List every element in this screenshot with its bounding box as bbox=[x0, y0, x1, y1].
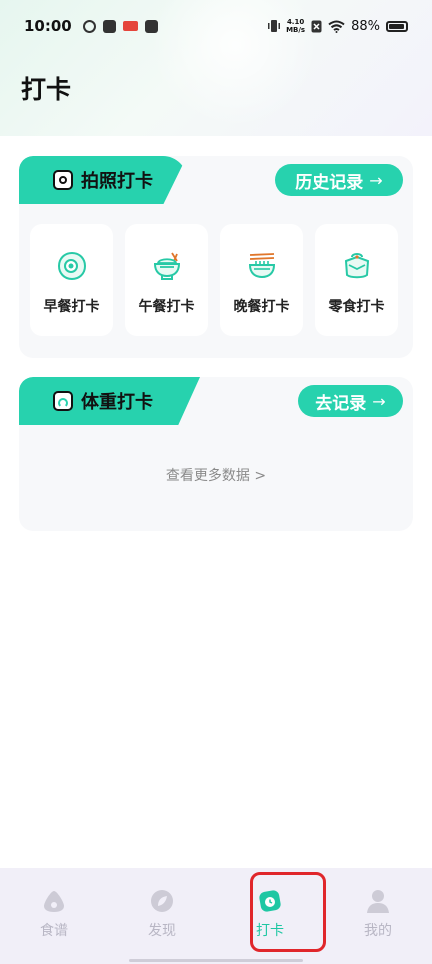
profile-icon bbox=[367, 890, 389, 913]
meal-list: 早餐打卡 午餐打卡 晚餐打卡 零食打卡 bbox=[30, 224, 398, 336]
status-bar: 10:00 4.10 MB/s 88% bbox=[0, 0, 432, 52]
photo-checkin-card: 拍照打卡 历史记录 → 早餐打卡 午餐打卡 晚餐打卡 零食打卡 bbox=[19, 156, 413, 358]
status-left: 10:00 bbox=[24, 17, 158, 35]
snack-bag-icon bbox=[344, 253, 369, 279]
camera-icon bbox=[53, 170, 73, 190]
bottom-nav: 食谱 发现 打卡 我的 bbox=[0, 868, 432, 964]
vibrate-icon bbox=[268, 20, 281, 32]
nav-item-discover[interactable]: 发现 bbox=[108, 868, 216, 964]
photo-checkin-title: 拍照打卡 bbox=[81, 171, 153, 192]
lunch-checkin-button[interactable]: 午餐打卡 bbox=[125, 224, 208, 336]
nav-item-checkin[interactable]: 打卡 bbox=[216, 868, 324, 964]
app-notification-icon bbox=[102, 19, 116, 33]
status-right: 4.10 MB/s 88% bbox=[268, 18, 408, 34]
go-record-label: 去记录 bbox=[315, 393, 367, 414]
view-more-data-link[interactable]: 查看更多数据 > bbox=[19, 465, 413, 485]
discover-icon bbox=[151, 890, 173, 912]
sync-icon bbox=[82, 19, 96, 33]
badge-notification-icon bbox=[122, 21, 138, 31]
nav-item-recipes[interactable]: 食谱 bbox=[0, 868, 108, 964]
egg-icon bbox=[57, 251, 86, 281]
lunch-label: 午餐打卡 bbox=[138, 299, 195, 315]
snack-label: 零食打卡 bbox=[328, 299, 385, 315]
network-speed-unit: MB/s bbox=[286, 26, 306, 34]
nav-label-recipes: 食谱 bbox=[40, 923, 68, 939]
wifi-icon bbox=[328, 20, 345, 33]
home-indicator bbox=[129, 959, 303, 962]
arrow-right-icon: → bbox=[372, 391, 386, 411]
battery-icon bbox=[386, 20, 408, 32]
nav-item-profile[interactable]: 我的 bbox=[324, 868, 432, 964]
go-record-button[interactable]: 去记录 → bbox=[298, 385, 403, 417]
snack-checkin-button[interactable]: 零食打卡 bbox=[315, 224, 398, 336]
checkin-icon bbox=[259, 890, 281, 912]
recipe-icon bbox=[44, 891, 64, 912]
photo-checkin-tab: 拍照打卡 bbox=[19, 156, 187, 204]
mail-notification-icon bbox=[144, 19, 158, 33]
nav-label-profile: 我的 bbox=[364, 923, 392, 939]
page-title: 打卡 bbox=[21, 75, 72, 104]
battery-percentage: 88% bbox=[351, 18, 380, 34]
scale-icon bbox=[53, 391, 73, 411]
arrow-right-icon: → bbox=[369, 170, 383, 190]
dinner-label: 晚餐打卡 bbox=[233, 299, 290, 315]
network-speed: 4.10 MB/s bbox=[286, 18, 305, 34]
weight-checkin-title: 体重打卡 bbox=[81, 392, 153, 413]
nav-label-checkin: 打卡 bbox=[256, 923, 284, 939]
noodle-bowl-icon bbox=[248, 253, 275, 279]
history-button[interactable]: 历史记录 → bbox=[275, 164, 403, 196]
breakfast-checkin-button[interactable]: 早餐打卡 bbox=[30, 224, 113, 336]
breakfast-label: 早餐打卡 bbox=[43, 299, 100, 315]
rice-bowl-icon bbox=[153, 252, 180, 280]
weight-checkin-card: 体重打卡 去记录 → 查看更多数据 > bbox=[19, 377, 413, 531]
network-speed-value: 4.10 bbox=[286, 18, 305, 26]
nav-label-discover: 发现 bbox=[148, 923, 176, 939]
history-button-label: 历史记录 bbox=[295, 172, 364, 193]
weight-checkin-tab: 体重打卡 bbox=[19, 377, 200, 425]
status-time: 10:00 bbox=[24, 17, 72, 35]
no-sim-icon bbox=[311, 20, 322, 32]
dinner-checkin-button[interactable]: 晚餐打卡 bbox=[220, 224, 303, 336]
